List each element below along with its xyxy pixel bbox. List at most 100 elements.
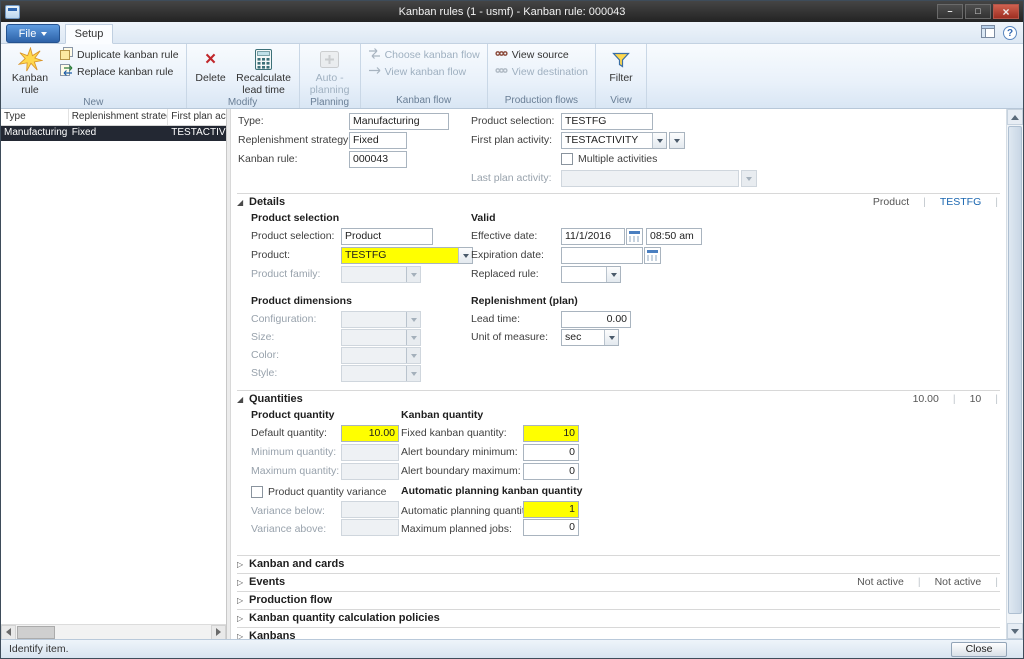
scroll-right-icon[interactable] [211, 625, 226, 640]
section-kanban-quantity-policies-header[interactable]: Kanban quantity calculation policies [237, 609, 1000, 626]
field-replenishment-strategy[interactable]: Fixed [349, 132, 407, 149]
column-header-replenishment-strategy[interactable]: Replenishment strategy [69, 109, 169, 125]
button-label: View destination [512, 66, 588, 78]
close-button[interactable]: Close [951, 642, 1007, 657]
scroll-down-icon[interactable] [1007, 623, 1023, 639]
section-title: Kanban quantity calculation policies [249, 612, 440, 624]
button-label: Recalculate lead time [233, 73, 295, 97]
combo-product[interactable]: TESTFG [341, 247, 473, 264]
help-icon[interactable] [1003, 26, 1017, 40]
label-automatic-planning-quantity: Automatic planning quantity: [401, 505, 533, 517]
duplicate-kanban-rule-button[interactable]: Duplicate kanban rule [57, 47, 182, 63]
group-label-view: View [600, 95, 642, 108]
scroll-left-icon[interactable] [1, 625, 16, 640]
ribbon-group-kanban-flow: Choose kanban flow View kanban flow Kanb… [361, 44, 488, 108]
chevron-down-icon[interactable] [458, 248, 472, 263]
section-kanban-and-cards-header[interactable]: Kanban and cards [237, 555, 1000, 572]
replace-icon [60, 64, 73, 80]
app-icon [5, 5, 20, 19]
kanban-rule-button[interactable]: Kanban rule [5, 45, 55, 97]
column-header-type[interactable]: Type [1, 109, 69, 125]
group-label-new: New [5, 97, 182, 110]
section-kanbans-header[interactable]: Kanbans [237, 627, 1000, 639]
separator [918, 576, 921, 588]
calendar-icon[interactable] [644, 247, 661, 264]
maximize-button[interactable] [965, 4, 991, 19]
recalculate-lead-time-button[interactable]: Recalculate lead time [233, 45, 295, 97]
button-label: Duplicate kanban rule [77, 49, 179, 61]
section-details-header[interactable]: Details Product TESTFG [237, 193, 1000, 210]
scroll-up-icon[interactable] [1007, 109, 1023, 125]
cell-strategy: Fixed [69, 126, 169, 141]
field-product-selection-header[interactable]: TESTFG [561, 113, 653, 130]
field-kanban-rule[interactable]: 000043 [349, 151, 407, 168]
tab-setup[interactable]: Setup [65, 24, 113, 44]
group-label-modify: Modify [191, 97, 295, 110]
ribbon-group-production-flows: View source View destination Production … [488, 44, 596, 108]
field-type[interactable]: Manufacturing [349, 113, 449, 130]
calendar-icon[interactable] [626, 228, 643, 245]
grid-row-selected[interactable]: Manufacturing Fixed TESTACTIVIT [1, 126, 226, 141]
label-variance-above: Variance above: [251, 523, 326, 535]
section-quantities-header[interactable]: Quantities 10.00 10 [237, 390, 1000, 407]
close-window-button[interactable] [993, 4, 1019, 19]
replace-kanban-rule-button[interactable]: Replace kanban rule [57, 64, 182, 80]
field-lead-time[interactable]: 0.00 [561, 311, 631, 328]
button-label: Replace kanban rule [77, 66, 173, 78]
section-title: Events [249, 576, 285, 588]
view-source-button[interactable]: View source [492, 47, 591, 63]
chevron-down-icon[interactable] [604, 330, 618, 345]
column-header-first-plan-activity[interactable]: First plan ac [168, 109, 226, 125]
minimize-button[interactable] [937, 4, 963, 19]
status-message: Identify item. [9, 643, 69, 655]
field-expiration-date[interactable] [561, 247, 643, 264]
field-maximum-quantity [341, 463, 399, 480]
nodes-icon [495, 47, 508, 63]
label-last-plan-activity: Last plan activity: [471, 172, 552, 184]
button-label: Delete [195, 73, 225, 85]
combo-value [562, 267, 606, 282]
summary-value: 10.00 [913, 393, 939, 405]
field-effective-date[interactable]: 11/1/2016 [561, 228, 625, 245]
section-events-header[interactable]: Events Not active Not active [237, 573, 1000, 590]
field-alert-boundary-minimum[interactable]: 0 [523, 444, 579, 461]
separator [995, 196, 998, 208]
combo-replaced-rule[interactable] [561, 266, 621, 283]
field-variance-above [341, 519, 399, 536]
calculator-icon [255, 46, 272, 73]
multiple-activities-checkbox[interactable] [561, 153, 573, 165]
nodes-disabled-icon [495, 64, 508, 80]
field-maximum-planned-jobs[interactable]: 0 [523, 519, 579, 536]
field-automatic-planning-quantity[interactable]: 1 [523, 501, 579, 518]
form-vertical-scrollbar[interactable] [1006, 109, 1023, 639]
first-plan-activity-lookup-button[interactable] [669, 132, 685, 149]
combo-value: TESTACTIVITY [562, 133, 652, 148]
layout-icon[interactable] [981, 25, 995, 41]
delete-button[interactable]: × Delete [191, 45, 231, 85]
grid-horizontal-scrollbar[interactable] [1, 624, 226, 639]
section-production-flow-header[interactable]: Production flow [237, 591, 1000, 608]
field-product-selection[interactable]: Product [341, 228, 433, 245]
combo-value: sec [562, 330, 604, 345]
chevron-down-icon[interactable] [652, 133, 666, 148]
field-effective-time[interactable]: 08:50 am [646, 228, 702, 245]
field-alert-boundary-maximum[interactable]: 0 [523, 463, 579, 480]
expand-triangle-icon [237, 596, 249, 605]
product-quantity-variance-checkbox[interactable] [251, 486, 263, 498]
label-lead-time: Lead time: [471, 313, 520, 325]
label-replaced-rule: Replaced rule: [471, 268, 539, 280]
section-summary: Not active Not active [857, 576, 1000, 588]
scrollbar-thumb[interactable] [1008, 126, 1022, 614]
filter-button[interactable]: Filter [600, 45, 642, 85]
combo-unit-of-measure[interactable]: sec [561, 329, 619, 346]
field-fixed-kanban-quantity[interactable]: 10 [523, 425, 579, 442]
scrollbar-thumb[interactable] [17, 626, 55, 639]
file-menu-button[interactable]: File [6, 24, 60, 43]
ribbon-group-new: Kanban rule Duplicate kanban rule Replac… [1, 44, 187, 108]
chevron-down-icon[interactable] [606, 267, 620, 282]
tabbar-right [981, 25, 1017, 41]
combo-first-plan-activity[interactable]: TESTACTIVITY [561, 132, 667, 149]
combo-value [342, 267, 406, 282]
ribbon-group-planning: Auto - planning Planning [300, 44, 361, 108]
field-default-quantity[interactable]: 10.00 [341, 425, 399, 442]
